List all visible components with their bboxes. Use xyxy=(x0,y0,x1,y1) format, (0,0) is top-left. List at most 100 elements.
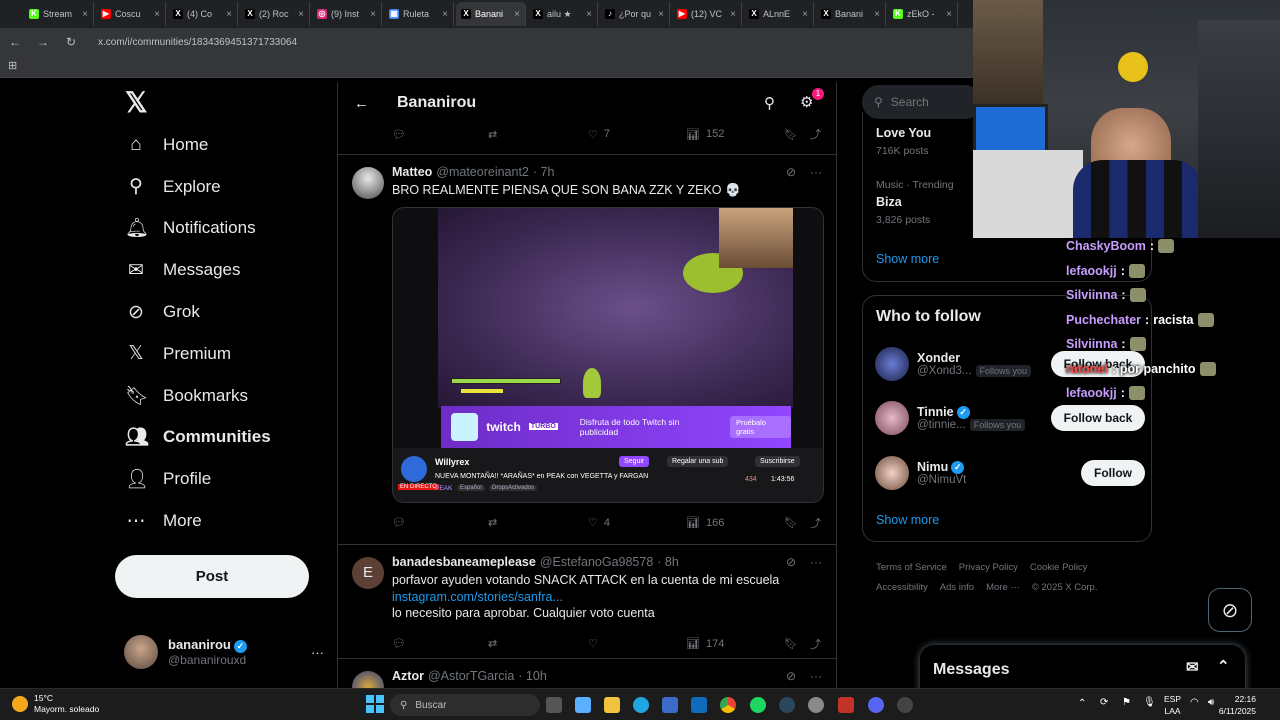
close-icon[interactable]: × xyxy=(946,9,952,20)
tweet[interactable]: E ⊘ ··· banadesbaneameplease @EstefanoGa9… xyxy=(338,544,836,658)
expand-icon[interactable]: ⌃ xyxy=(1217,657,1230,675)
twitch-ad-banner[interactable]: twitch TURBO Disfruta de todo Twitch sin… xyxy=(441,405,791,448)
follow-channel-button[interactable]: Seguir xyxy=(619,455,650,467)
show-more-link[interactable]: Show more xyxy=(876,252,939,266)
footer-link[interactable]: Cookie Policy xyxy=(1030,562,1088,573)
tweet-author[interactable]: Aztor xyxy=(392,669,424,683)
more-dots-icon[interactable]: ··· xyxy=(810,165,822,179)
avatar[interactable] xyxy=(875,347,909,381)
stream-tag[interactable]: Español xyxy=(457,484,485,491)
close-icon[interactable]: × xyxy=(874,9,880,20)
new-message-icon[interactable]: ✉ xyxy=(1186,658,1199,676)
reply-icon[interactable]: 💬︎ xyxy=(392,637,406,650)
browser-tab[interactable]: X (4) Co × xyxy=(168,2,238,26)
more-dots-icon[interactable]: ··· xyxy=(810,555,822,569)
nav-item-more[interactable]: ⋯ More xyxy=(115,500,335,542)
forward-icon[interactable]: → xyxy=(36,35,50,49)
microphone-icon[interactable]: 🎙︎ xyxy=(1143,697,1156,708)
browser-tab[interactable]: ◎ (9) Inst × xyxy=(312,2,382,26)
avatar[interactable] xyxy=(875,456,909,490)
url-field[interactable]: x.com/i/communities/1834369451371733064 xyxy=(98,37,297,48)
footer-link[interactable]: More ··· xyxy=(986,582,1020,593)
share-icon[interactable]: ⤴ xyxy=(810,126,821,142)
close-icon[interactable]: × xyxy=(730,9,736,20)
post-button[interactable]: Post xyxy=(115,555,309,598)
repost-icon[interactable]: ⇄ xyxy=(488,637,497,650)
grok-icon[interactable]: ⊘ xyxy=(786,555,796,569)
discord-icon[interactable] xyxy=(868,697,884,713)
tweet-time[interactable]: · 10h xyxy=(518,669,547,683)
browser-tab[interactable]: X Banani × xyxy=(456,2,526,26)
weather-widget[interactable]: 15°C Mayorm. soleado xyxy=(12,693,99,715)
chrome-icon[interactable] xyxy=(720,697,736,713)
back-arrow-icon[interactable]: ← xyxy=(354,95,369,112)
file-explorer-icon[interactable] xyxy=(604,697,620,713)
nav-item-grok[interactable]: ⊘ Grok xyxy=(115,291,335,333)
nav-item-premium[interactable]: 𝕏 Premium xyxy=(115,333,335,375)
follow-button[interactable]: Follow xyxy=(1081,460,1145,486)
close-icon[interactable]: × xyxy=(442,9,448,20)
repost-icon[interactable]: ⇄ xyxy=(488,128,497,141)
footer-link[interactable]: Terms of Service xyxy=(876,562,947,573)
views-button[interactable]: 📊︎ 174 xyxy=(686,637,724,651)
back-icon[interactable]: ← xyxy=(8,35,22,49)
nav-item-profile[interactable]: 👤︎ Profile xyxy=(115,458,335,500)
bookmark-icon[interactable]: 🔖︎ xyxy=(784,128,798,141)
tweet-media[interactable]: twitch TURBO Disfruta de todo Twitch sin… xyxy=(392,206,824,503)
gift-sub-button[interactable]: Regalar una sub xyxy=(667,455,729,467)
like-button[interactable]: ♡ 7 xyxy=(588,128,610,141)
like-button[interactable]: ♡ 4 xyxy=(588,516,610,530)
repost-icon[interactable]: ⇄ xyxy=(488,516,497,529)
nav-item-home[interactable]: ⌂ Home xyxy=(115,124,335,166)
channel-name[interactable]: Willyrex xyxy=(435,457,469,467)
reload-icon[interactable]: ↻ xyxy=(64,35,78,49)
subscribe-button[interactable]: Suscribirse xyxy=(755,455,800,467)
browser-tab[interactable]: K Stream × xyxy=(24,2,94,26)
grok-icon[interactable]: ⊘ xyxy=(786,165,796,179)
language-indicator[interactable]: ESP LAA xyxy=(1164,693,1181,717)
footer-link[interactable]: © 2025 X Corp. xyxy=(1032,582,1098,593)
close-icon[interactable]: × xyxy=(586,9,592,20)
nav-item-explore[interactable]: ⚲ Explore xyxy=(115,166,335,208)
tweet[interactable]: ⊘ ··· Aztor @AstorTGarcia · 10h xyxy=(338,658,836,688)
more-dots-icon[interactable]: ··· xyxy=(311,645,324,660)
account-switcher[interactable]: bananirou ✓ @bananirouxd ··· xyxy=(124,632,324,672)
nav-item-messages[interactable]: ✉ Messages xyxy=(115,249,335,291)
views-button[interactable]: 📊︎ 152 xyxy=(686,128,724,141)
tweet-time[interactable]: · 7h xyxy=(533,165,555,179)
nav-item-bookmarks[interactable]: 🔖︎ Bookmarks xyxy=(115,375,335,417)
trend-item[interactable]: Music · Trending Biza 3,826 posts xyxy=(876,179,954,226)
avatar[interactable] xyxy=(352,167,384,199)
browser-tab[interactable]: X ALnnE × xyxy=(744,2,814,26)
windows-start-icon[interactable] xyxy=(366,695,384,713)
grok-icon[interactable]: ⊘ xyxy=(1208,588,1252,632)
clock[interactable]: 22:16 6/11/2025 xyxy=(1219,693,1256,717)
footer-link[interactable]: Ads info xyxy=(940,582,974,593)
close-icon[interactable]: × xyxy=(514,9,520,20)
stream-tag[interactable]: DropsActivados xyxy=(489,484,538,491)
browser-tab[interactable]: X Banani × xyxy=(816,2,886,26)
close-icon[interactable]: × xyxy=(802,9,808,20)
browser-tab[interactable]: Xailu ★ × xyxy=(528,2,598,26)
avatar[interactable] xyxy=(352,671,384,688)
browser-tab[interactable]: ▶ Coscu × xyxy=(96,2,166,26)
bookmark-icon[interactable]: 🔖︎ xyxy=(784,637,798,650)
wifi-icon[interactable]: ◠ xyxy=(1190,697,1199,708)
volume-icon[interactable]: 🔊︎ xyxy=(1208,697,1214,708)
reply-icon[interactable]: 💬︎ xyxy=(392,516,406,529)
close-icon[interactable]: × xyxy=(82,9,88,20)
tweet-handle[interactable]: @EstefanoGa98578 xyxy=(540,555,653,569)
tweet-handle[interactable]: @AstorTGarcia xyxy=(428,669,514,683)
tweet-author[interactable]: Matteo xyxy=(392,165,432,179)
browser-tab[interactable]: ▦ Ruleta × xyxy=(384,2,454,26)
tray-chevron-icon[interactable]: ⌃ xyxy=(1078,698,1086,709)
ad-try-button[interactable]: Pruébalo gratis xyxy=(729,415,791,438)
views-button[interactable]: 📊︎ 166 xyxy=(686,516,724,530)
avatar[interactable] xyxy=(875,401,909,435)
close-icon[interactable]: × xyxy=(226,9,232,20)
edge-icon[interactable] xyxy=(633,697,649,713)
follow-suggestion[interactable]: Nimu ✓ @NimuVt Follow xyxy=(875,451,1145,495)
footer-link[interactable]: Privacy Policy xyxy=(959,562,1018,573)
close-icon[interactable]: × xyxy=(154,9,160,20)
show-more-link[interactable]: Show more xyxy=(876,513,939,527)
